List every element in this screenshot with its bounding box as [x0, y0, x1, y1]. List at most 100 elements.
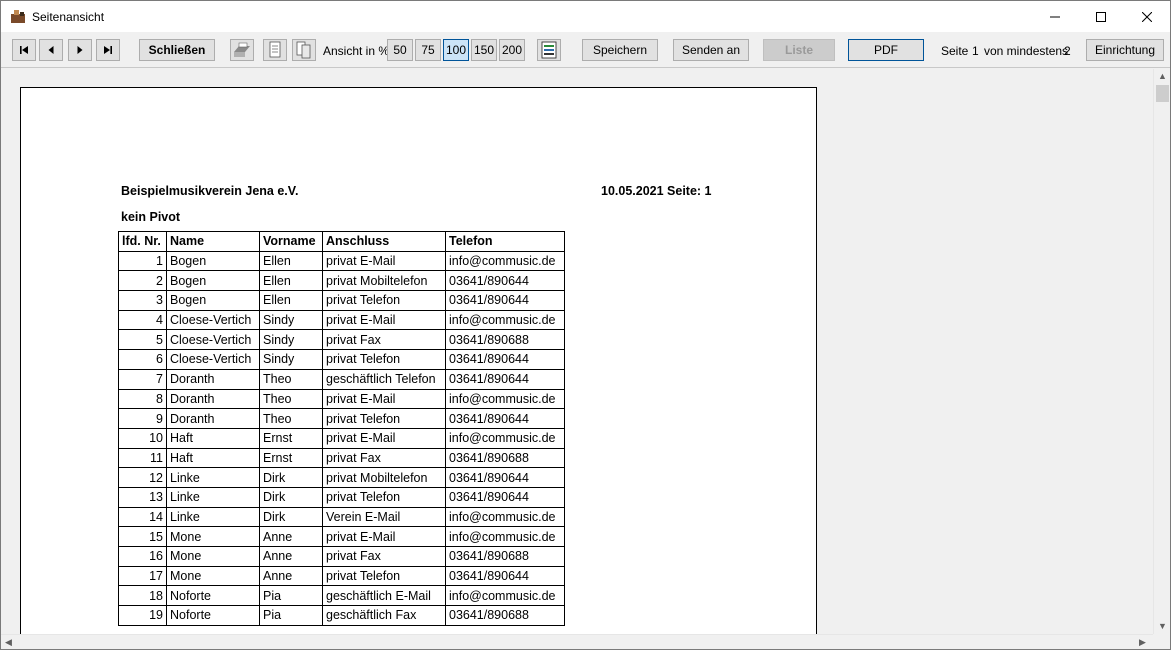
zoom-200-button[interactable]: 200	[499, 39, 525, 61]
cell-telefon: 03641/890644	[445, 565, 565, 587]
cell-vorname: Theo	[259, 388, 323, 410]
vertical-scroll-thumb[interactable]	[1156, 85, 1169, 102]
table-row: 5 Cloese-Vertich Sindy privat Fax 03641/8906…	[118, 329, 565, 351]
horizontal-scrollbar[interactable]: ◀ ▶	[1, 634, 1153, 649]
previous-page-icon	[48, 46, 54, 54]
cell-nr: 9	[118, 408, 167, 429]
cell-name: Mone	[166, 526, 260, 547]
cell-nr: 17	[118, 565, 167, 587]
zoom-50-button[interactable]: 50	[387, 39, 413, 61]
save-button[interactable]: Speichern	[582, 39, 658, 61]
cell-telefon: 03641/890644	[445, 368, 565, 390]
scroll-up-icon[interactable]: ▲	[1158, 71, 1167, 81]
next-page-button[interactable]	[68, 39, 92, 61]
cell-vorname: Dirk	[259, 486, 323, 508]
single-page-view-button[interactable]	[263, 39, 287, 61]
cell-vorname: Sindy	[259, 309, 323, 331]
cell-name: Bogen	[166, 270, 260, 292]
cell-vorname: Theo	[259, 408, 323, 429]
table-row: 14 Linke Dirk Verein E-Mail info@commusic.de	[118, 506, 565, 528]
cell-nr: 11	[118, 447, 167, 469]
cell-vorname: Ellen	[259, 290, 323, 311]
report-subtitle: kein Pivot	[121, 210, 181, 224]
first-page-button[interactable]	[12, 39, 36, 61]
cell-name: Noforte	[166, 605, 260, 626]
cell-anschluss: privat Fax	[322, 447, 446, 469]
table-body: 1 Bogen Ellen privat E-Mail info@commusic.de…	[118, 250, 565, 626]
zoom-100-button[interactable]: 100	[443, 39, 469, 61]
cell-nr: 13	[118, 486, 167, 508]
table-row: 7 Doranth Theo geschäftlich Telefon 03641/89…	[118, 368, 565, 390]
multi-page-icon	[296, 41, 311, 59]
column-header-anschluss: Anschluss	[322, 231, 446, 252]
cell-vorname: Pia	[259, 605, 323, 626]
cell-vorname: Sindy	[259, 349, 323, 370]
cell-nr: 8	[118, 388, 167, 410]
send-button[interactable]: Senden an	[673, 39, 749, 61]
cell-anschluss: geschäftlich E-Mail	[322, 585, 446, 607]
cell-telefon: info@commusic.de	[445, 526, 565, 547]
page-info-label: Seite	[941, 44, 969, 58]
cell-name: Cloese-Vertich	[166, 349, 260, 370]
minimize-icon	[1050, 16, 1060, 17]
export-button[interactable]	[537, 39, 561, 61]
cell-nr: 18	[118, 585, 167, 607]
scroll-right-icon[interactable]: ▶	[1139, 637, 1146, 648]
print-button[interactable]	[230, 39, 254, 61]
close-window-button[interactable]	[1124, 1, 1170, 32]
cell-anschluss: privat Telefon	[322, 565, 446, 587]
previous-page-button[interactable]	[39, 39, 63, 61]
cell-nr: 6	[118, 349, 167, 370]
cell-vorname: Ellen	[259, 270, 323, 292]
close-preview-button[interactable]: Schließen	[139, 39, 215, 61]
close-icon	[1142, 11, 1152, 22]
cell-anschluss: privat Fax	[322, 546, 446, 567]
setup-button[interactable]: Einrichtung	[1086, 39, 1164, 61]
cell-name: Doranth	[166, 368, 260, 390]
zoom-150-button[interactable]: 150	[471, 39, 497, 61]
table-row: 4 Cloese-Vertich Sindy privat E-Mail info@co…	[118, 309, 565, 331]
cell-nr: 7	[118, 368, 167, 390]
pdf-button[interactable]: PDF	[848, 39, 924, 61]
cell-vorname: Anne	[259, 565, 323, 587]
report-table: lfd. Nr. Name Vorname Anschluss Telefon …	[118, 231, 565, 626]
cell-nr: 10	[118, 427, 167, 449]
cell-telefon: info@commusic.de	[445, 585, 565, 607]
cell-telefon: info@commusic.de	[445, 309, 565, 331]
cell-name: Mone	[166, 546, 260, 567]
multi-page-view-button[interactable]	[292, 39, 316, 61]
cell-nr: 12	[118, 467, 167, 488]
cell-name: Haft	[166, 447, 260, 469]
list-button[interactable]: Liste	[763, 39, 835, 61]
cell-name: Doranth	[166, 408, 260, 429]
table-row: 2 Bogen Ellen privat Mobiltelefon 03641/8906…	[118, 270, 565, 292]
cell-telefon: 03641/890644	[445, 290, 565, 311]
single-page-icon	[269, 41, 281, 58]
cell-vorname: Anne	[259, 546, 323, 567]
report-page: Beispielmusikverein Jena e.V. 10.05.2021…	[20, 87, 817, 634]
zoom-75-button[interactable]: 75	[415, 39, 441, 61]
last-page-button[interactable]	[96, 39, 120, 61]
cell-anschluss: privat Fax	[322, 329, 446, 351]
cell-telefon: 03641/890644	[445, 349, 565, 370]
cell-nr: 19	[118, 605, 167, 626]
maximize-button[interactable]	[1078, 1, 1124, 32]
scroll-left-icon[interactable]: ◀	[5, 637, 12, 648]
cell-name: Noforte	[166, 585, 260, 607]
preview-area: Beispielmusikverein Jena e.V. 10.05.2021…	[1, 69, 1153, 634]
scroll-down-icon[interactable]: ▼	[1158, 621, 1167, 631]
minimize-button[interactable]	[1032, 1, 1078, 32]
cell-name: Cloese-Vertich	[166, 309, 260, 331]
table-row: 13 Linke Dirk privat Telefon 03641/890644	[118, 486, 565, 508]
cell-name: Linke	[166, 486, 260, 508]
table-header-row: lfd. Nr. Name Vorname Anschluss Telefon	[118, 231, 565, 252]
table-row: 15 Mone Anne privat E-Mail info@commusic.de	[118, 526, 565, 547]
cell-nr: 4	[118, 309, 167, 331]
total-pages: 2	[1064, 44, 1071, 58]
column-header-name: Name	[166, 231, 260, 252]
cell-name: Bogen	[166, 250, 260, 272]
cell-name: Linke	[166, 506, 260, 528]
vertical-scrollbar[interactable]: ▲ ▼	[1153, 69, 1170, 634]
maximize-icon	[1096, 11, 1106, 22]
table-row: 18 Noforte Pia geschäftlich E-Mail info@comm…	[118, 585, 565, 607]
